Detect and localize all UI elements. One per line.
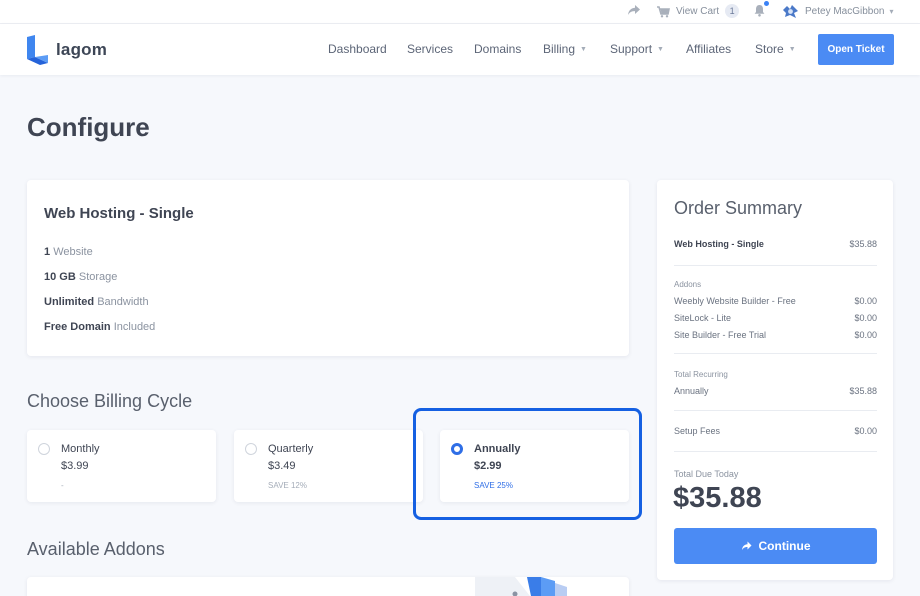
order-summary-title: Order Summary — [674, 198, 803, 218]
feature-item: Free Domain Included — [44, 321, 155, 333]
total-due-amount: $35.88 — [673, 482, 762, 514]
feature-value: 1 — [44, 246, 51, 258]
nav-support-label: Support — [610, 42, 653, 56]
bell-icon — [754, 5, 765, 17]
feature-text: Bandwidth — [97, 296, 149, 308]
summary-product-row: Web Hosting - Single $35.88 — [674, 239, 877, 249]
nav-store-label: Store — [755, 42, 784, 56]
user-menu[interactable]: Petey MacGibbon ▾ — [782, 4, 894, 19]
summary-product-price: $35.88 — [849, 239, 877, 249]
nav-dashboard[interactable]: Dashboard — [328, 42, 387, 56]
summary-setup-price: $0.00 — [854, 426, 877, 436]
summary-addon-row: SiteLock - Lite $0.00 — [674, 313, 877, 323]
notifications-button[interactable] — [753, 1, 769, 17]
summary-addon-price: $0.00 — [854, 330, 877, 340]
logo[interactable]: lagom — [26, 35, 107, 65]
summary-addon-name: Site Builder - Free Trial — [674, 330, 767, 340]
order-summary: Order Summary Web Hosting - Single $35.8… — [657, 180, 893, 580]
summary-setup-label: Setup Fees — [674, 426, 721, 436]
open-ticket-button[interactable]: Open Ticket — [818, 34, 894, 65]
avatar — [783, 5, 798, 18]
nav-support[interactable]: Support ▼ — [610, 42, 664, 56]
billing-option-monthly[interactable]: Monthly $3.99 - — [27, 430, 216, 502]
summary-recurring-cycle: Annually — [674, 386, 709, 396]
summary-setup-row: Setup Fees $0.00 — [674, 426, 877, 436]
view-cart-label: View Cart — [676, 5, 720, 17]
feature-item: 10 GB Storage — [44, 271, 117, 283]
addon-illustration — [475, 577, 585, 596]
nav-billing[interactable]: Billing ▼ — [543, 42, 587, 56]
chevron-down-icon: ▾ — [889, 7, 894, 16]
chevron-down-icon: ▼ — [657, 46, 664, 53]
radio-button[interactable] — [245, 443, 257, 455]
billing-option-quarterly[interactable]: Quarterly $3.49 SAVE 12% — [234, 430, 423, 502]
feature-value: 10 GB — [44, 271, 76, 283]
cart-count-badge: 1 — [725, 4, 740, 18]
summary-recurring-label: Total Recurring — [674, 370, 728, 379]
notification-dot — [764, 1, 769, 6]
summary-addon-name: Weebly Website Builder - Free — [674, 296, 796, 306]
addons-title: Available Addons — [27, 539, 165, 559]
billing-cycle-title: Choose Billing Cycle — [27, 391, 193, 411]
nav-store[interactable]: Store ▼ — [755, 42, 796, 56]
nav-billing-label: Billing — [543, 42, 576, 56]
selection-highlight — [413, 408, 642, 520]
feature-text: Storage — [78, 271, 118, 283]
feature-text: Included — [113, 321, 156, 333]
view-cart-link[interactable]: View Cart 1 — [656, 4, 740, 18]
user-name: Petey MacGibbon — [805, 6, 885, 17]
divider — [674, 353, 877, 354]
page-title: Configure — [27, 112, 150, 142]
billing-option-price: $3.49 — [268, 460, 296, 472]
feature-value: Unlimited — [44, 296, 95, 308]
summary-addons-label: Addons — [674, 280, 702, 289]
summary-recurring-price: $35.88 — [849, 386, 877, 396]
continue-button[interactable]: Continue — [674, 528, 877, 564]
continue-label: Continue — [758, 539, 811, 553]
summary-addon-row: Weebly Website Builder - Free $0.00 — [674, 296, 877, 306]
nav-services[interactable]: Services — [407, 42, 453, 56]
feature-value: Free Domain — [44, 321, 111, 333]
summary-addon-row: Site Builder - Free Trial $0.00 — [674, 330, 877, 340]
summary-addon-name: SiteLock - Lite — [674, 313, 732, 323]
chevron-down-icon: ▼ — [580, 46, 587, 53]
feature-item: 1 Website — [44, 246, 93, 258]
billing-option-price: $3.99 — [61, 460, 89, 472]
nav-affiliates[interactable]: Affiliates — [686, 42, 731, 56]
nav-domains[interactable]: Domains — [474, 42, 521, 56]
total-due-label: Total Due Today — [674, 469, 739, 479]
summary-addon-price: $0.00 — [854, 313, 877, 323]
feature-item: Unlimited Bandwidth — [44, 296, 149, 308]
summary-addon-price: $0.00 — [854, 296, 877, 306]
product-name: Web Hosting - Single — [44, 205, 194, 222]
share-icon — [741, 541, 751, 550]
feature-text: Website — [53, 246, 93, 258]
billing-option-name: Quarterly — [268, 443, 314, 455]
share-icon — [628, 5, 640, 15]
summary-recurring-row: Annually $35.88 — [674, 386, 877, 396]
share-button[interactable] — [627, 4, 641, 16]
divider — [674, 265, 877, 266]
chevron-down-icon: ▼ — [788, 46, 796, 53]
product-card: Web Hosting - Single 1 Website 10 GB Sto… — [27, 180, 629, 356]
top-utility-bar: View Cart 1 Petey MacGibbon ▾ — [0, 0, 920, 24]
main-navbar: lagom Dashboard Services Domains Billing… — [0, 24, 920, 75]
cart-icon — [657, 5, 670, 17]
summary-product-name: Web Hosting - Single — [674, 239, 764, 249]
radio-button[interactable] — [38, 443, 50, 455]
lagom-logo-icon — [27, 35, 48, 65]
billing-option-note: SAVE 12% — [268, 481, 307, 490]
divider — [674, 451, 877, 452]
billing-option-note: - — [61, 481, 64, 490]
divider — [674, 410, 877, 411]
logo-text: lagom — [56, 40, 108, 59]
billing-option-name: Monthly — [61, 443, 100, 455]
